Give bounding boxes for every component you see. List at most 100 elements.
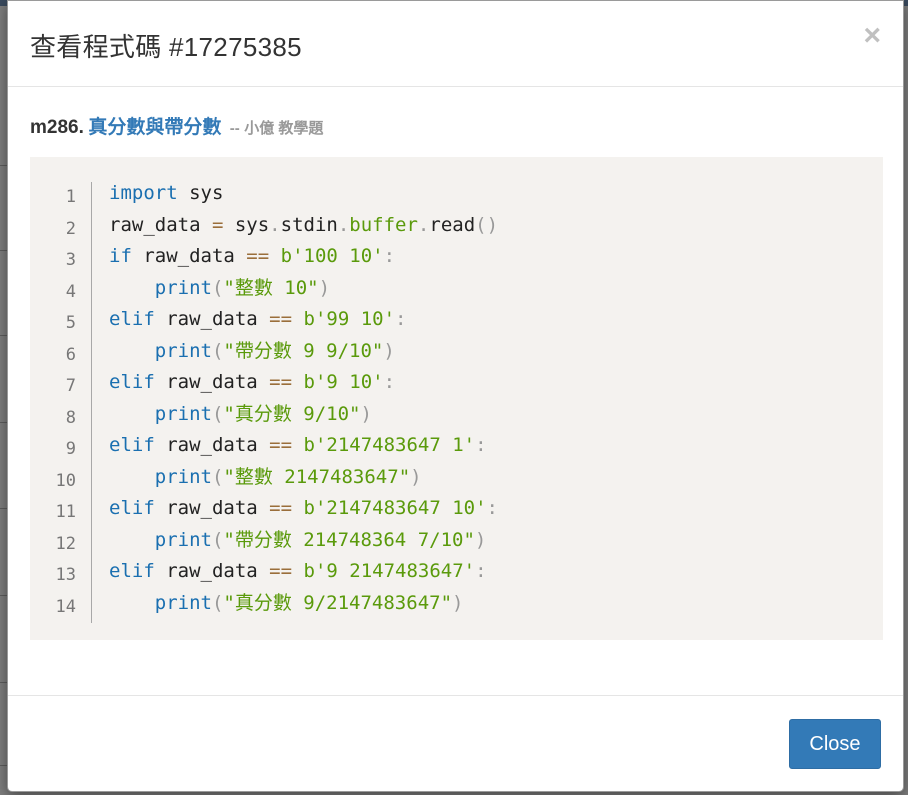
line-number: 1	[65, 187, 76, 207]
code-line: print("真分數 9/10")	[109, 399, 498, 431]
code-token: print	[154, 528, 212, 551]
code-token: (	[211, 528, 224, 551]
line-number: 13	[55, 565, 76, 585]
code-line: elif raw_data == b'2147483647 10':	[109, 493, 498, 525]
code-token: (	[211, 591, 224, 614]
problem-name-link[interactable]: 真分數與帶分數	[88, 117, 221, 138]
code-token: )	[452, 591, 464, 614]
code-token: )	[410, 465, 422, 488]
code-line: print("整數 2147483647")	[109, 462, 498, 494]
line-number: 4	[65, 281, 76, 302]
code-token: "整數 10"	[223, 276, 319, 299]
code-token: )	[474, 528, 487, 551]
code-token: raw_data	[109, 213, 212, 236]
code-token: if	[109, 245, 132, 267]
line-number: 7	[65, 376, 76, 396]
code-token: "帶分數 214748364 7/10"	[223, 528, 475, 551]
code-token: elif	[109, 434, 155, 456]
code-token: sys	[223, 213, 270, 236]
line-number: 5	[65, 313, 76, 333]
code-line: elif raw_data == b'9 10':	[109, 367, 498, 399]
code-token: print	[154, 402, 212, 425]
problem-heading: m286. 真分數與帶分數 -- 小億 教學題	[30, 112, 323, 139]
code-token: sys	[177, 182, 224, 204]
code-token: .	[269, 213, 281, 236]
code-token: elif	[109, 560, 155, 582]
code-token: ==	[269, 497, 293, 519]
line-number: 12	[55, 533, 76, 554]
code-token: .	[417, 213, 430, 236]
code-token: print	[154, 465, 212, 488]
code-token: b'2147483647 10'	[303, 497, 487, 519]
code-token: raw_data	[154, 497, 270, 519]
close-button[interactable]: Close	[789, 719, 881, 769]
code-line: import sys	[109, 178, 498, 210]
code-token: ()	[475, 213, 499, 236]
code-block: 1 2 3 4 5 6 7 8 9 10 11 12 13 14 import sys raw_data =…	[30, 157, 883, 640]
code-token: "帶分數 9 9/10"	[223, 339, 384, 362]
line-number: 2	[65, 218, 76, 239]
code-token: b'9 2147483647'	[303, 560, 476, 582]
code-line: print("帶分數 214748364 7/10")	[109, 525, 498, 557]
close-icon[interactable]: ×	[863, 21, 881, 51]
code-token: )	[318, 276, 331, 299]
code-token: raw_data	[154, 560, 270, 582]
line-number: 11	[55, 502, 76, 522]
problem-separator: --	[229, 120, 240, 137]
problem-author: 小億 教學題	[244, 120, 324, 137]
line-number: 9	[65, 439, 76, 459]
code-line: raw_data = sys.stdin.buffer.read()	[109, 210, 498, 242]
code-token: b'99 10'	[303, 308, 396, 330]
code-token: (	[211, 402, 224, 425]
line-number-gutter: 1 2 3 4 5 6 7 8 9 10 11 12 13 14	[30, 182, 92, 623]
code-line: print("真分數 9/2147483647")	[109, 588, 498, 620]
code-token: elif	[109, 371, 155, 393]
code-token: :	[383, 371, 396, 393]
code-token: "真分數 9/10"	[223, 402, 361, 425]
code-token: ==	[246, 245, 270, 267]
code-token: :	[475, 560, 487, 582]
code-token: print	[154, 591, 212, 614]
code-token: print	[154, 339, 212, 362]
code-token: )	[360, 402, 372, 425]
code-token: )	[383, 339, 395, 362]
code-token: .	[337, 213, 350, 236]
code-token: elif	[109, 497, 155, 519]
code-token: print	[154, 276, 212, 299]
code-token: =	[211, 213, 224, 236]
code-token: "整數 2147483647"	[223, 465, 411, 488]
code-token: elif	[109, 308, 155, 330]
line-number: 6	[65, 344, 76, 365]
code-token: b'100 10'	[280, 245, 384, 267]
code-token: :	[486, 497, 498, 519]
line-number: 3	[65, 250, 76, 270]
code-token: :	[383, 245, 396, 267]
code-line: elif raw_data == b'99 10':	[109, 304, 498, 336]
line-number: 10	[55, 470, 76, 491]
code-token: raw_data	[154, 371, 270, 393]
code-token: import	[109, 182, 178, 204]
code-token: (	[211, 276, 224, 299]
line-number: 8	[65, 407, 76, 428]
code-token: ==	[269, 560, 293, 582]
code-line: print("帶分數 9 9/10")	[109, 336, 498, 368]
code-line: elif raw_data == b'2147483647 1':	[109, 430, 498, 462]
code-token: ==	[269, 308, 293, 330]
code-line: if raw_data == b'100 10':	[109, 241, 498, 273]
code-token: read	[429, 213, 476, 236]
problem-id: m286.	[30, 117, 84, 138]
code-token: b'9 10'	[303, 371, 384, 393]
code-token: ==	[269, 371, 293, 393]
code-token: (	[211, 465, 224, 488]
code-token: "真分數 9/2147483647"	[223, 591, 453, 614]
